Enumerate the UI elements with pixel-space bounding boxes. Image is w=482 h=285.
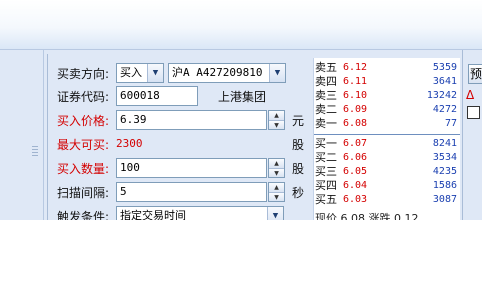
buy-row: 买五 6.03 3087 (315, 193, 457, 206)
interval-unit: 秒 (292, 186, 305, 200)
buy-row: 买三 6.05 4235 (315, 165, 457, 178)
account-value: 沪A A427209810 (172, 66, 263, 79)
sell-row: 卖三 6.10 13242 (315, 89, 457, 102)
quantity-stepper[interactable]: ▲ ▼ (268, 158, 285, 178)
quantity-label: 买入数量: (57, 162, 110, 176)
top-toolbar-area (0, 0, 482, 50)
right-checkbox[interactable] (467, 106, 480, 119)
stepper-down-icon[interactable]: ▼ (269, 120, 284, 129)
quantity-unit: 股 (292, 162, 305, 176)
code-label: 证券代码: (57, 90, 110, 104)
trigger-label: 触发条件: (57, 210, 110, 220)
price-unit: 元 (292, 114, 305, 128)
sell-row: 卖二 6.09 4272 (315, 103, 457, 116)
max-buy-label: 最大可买: (57, 138, 110, 152)
direction-select[interactable]: 买入 ▼ (116, 63, 164, 83)
stepper-up-icon[interactable]: ▲ (269, 183, 284, 192)
chevron-down-icon[interactable]: ▼ (147, 64, 163, 82)
max-buy-value: 2300 (116, 137, 143, 150)
warning-icon: Δ (466, 88, 475, 102)
interval-label: 扫描间隔: (57, 186, 110, 200)
sell-row: 卖五 6.12 5359 (315, 61, 457, 74)
stepper-up-icon[interactable]: ▲ (269, 159, 284, 168)
quantity-input[interactable]: 100 (116, 158, 267, 178)
stepper-down-icon[interactable]: ▼ (269, 192, 284, 201)
trigger-select[interactable]: 指定交易时间 ▼ (116, 206, 284, 220)
buy-row: 买一 6.07 8241 (315, 137, 457, 150)
splitter-grip-icon[interactable] (32, 146, 38, 160)
buy-row: 买四 6.04 1586 (315, 179, 457, 192)
sell-row: 卖四 6.11 3641 (315, 75, 457, 88)
stock-name: 上港集团 (218, 90, 267, 104)
stepper-down-icon[interactable]: ▼ (269, 168, 284, 177)
max-buy-unit: 股 (292, 138, 305, 152)
chevron-down-icon[interactable]: ▼ (269, 64, 285, 82)
price-input[interactable]: 6.39 (116, 110, 267, 130)
direction-value: 买入 (120, 66, 142, 79)
direction-label: 买卖方向: (57, 67, 110, 81)
price-stepper[interactable]: ▲ ▼ (268, 110, 285, 130)
left-strip (0, 50, 44, 220)
right-button[interactable]: 预 (468, 64, 482, 84)
trigger-value: 指定交易时间 (120, 209, 186, 220)
account-select[interactable]: 沪A A427209810 ▼ (168, 63, 286, 83)
quote-footer: 现价 6.08 涨跌 0.12 (315, 212, 419, 220)
interval-input[interactable]: 5 (116, 182, 267, 202)
code-input[interactable]: 600018 (116, 86, 198, 106)
order-book-divider (314, 134, 460, 135)
price-label: 买入价格: (57, 114, 110, 128)
order-book: 卖五 6.12 5359 卖四 6.11 3641 卖三 6.10 13242 卖二 6.09… (313, 58, 460, 220)
buy-row: 买二 6.06 3534 (315, 151, 457, 164)
stepper-up-icon[interactable]: ▲ (269, 111, 284, 120)
sell-row: 卖一 6.08 77 (315, 117, 457, 130)
interval-stepper[interactable]: ▲ ▼ (268, 182, 285, 202)
chevron-down-icon[interactable]: ▼ (267, 207, 283, 220)
